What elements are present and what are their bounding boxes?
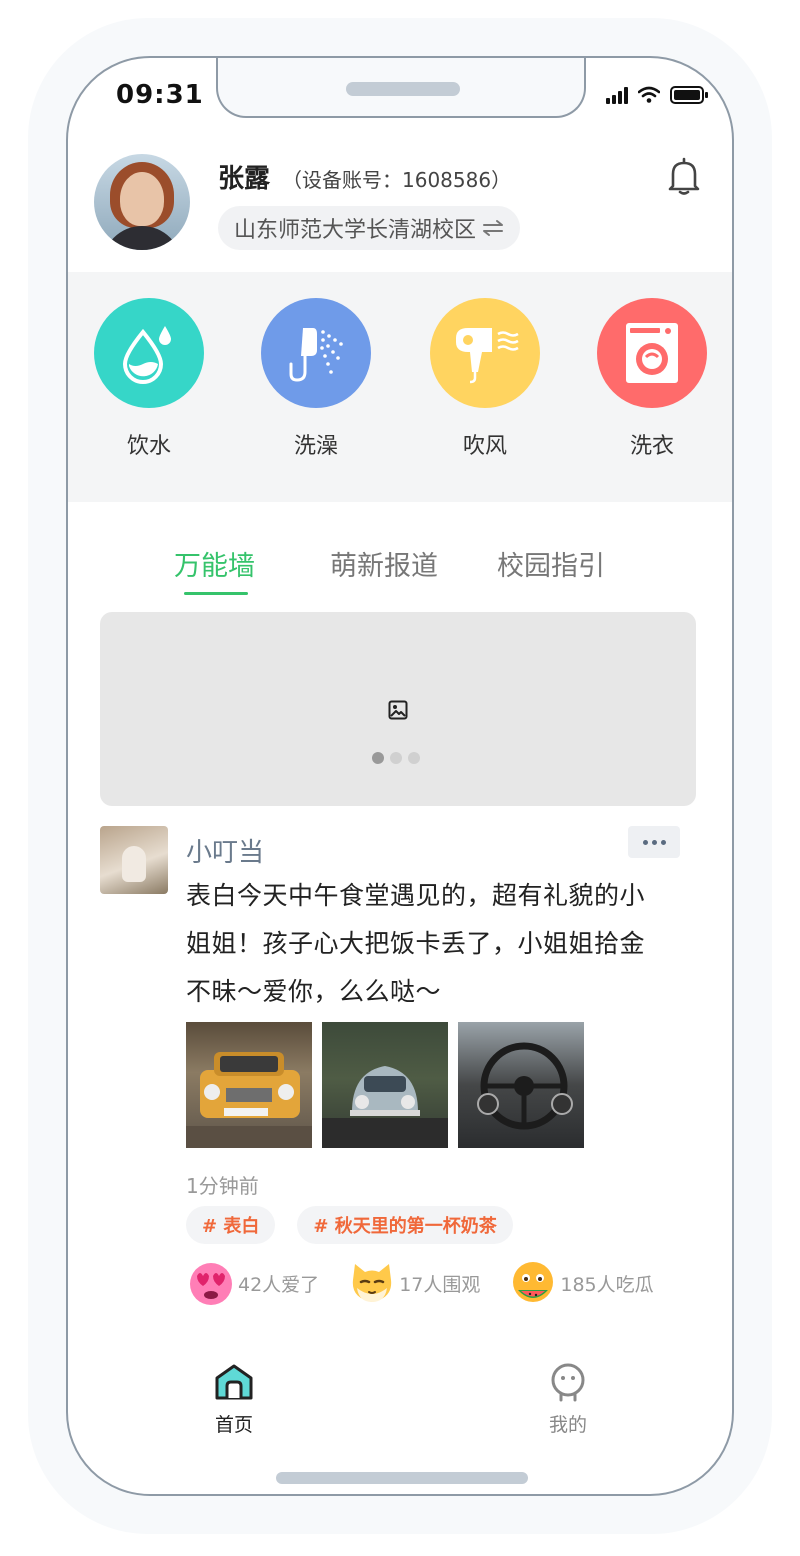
shower-icon xyxy=(261,298,371,408)
speaker xyxy=(346,82,460,96)
status-icons xyxy=(606,86,708,104)
carousel-dots xyxy=(372,752,420,764)
content-tabs: 万能墙 萌新报道 校园指引 xyxy=(68,538,732,598)
banner-carousel[interactable] xyxy=(100,612,696,806)
active-tab-indicator xyxy=(184,592,248,595)
bell-icon[interactable] xyxy=(666,156,702,196)
services-panel: 饮水 洗澡 吹风 洗衣 xyxy=(68,272,732,502)
campus-name: 山东师范大学长清湖校区 xyxy=(234,218,477,243)
nav-home[interactable]: 首页 xyxy=(194,1362,274,1437)
service-label: 洗澡 xyxy=(293,434,338,459)
reaction-label: 17人围观 xyxy=(399,1273,481,1296)
post-reactions: 42人爱了 17人围观 185人吃瓜 xyxy=(186,1258,682,1308)
tab-campus-guide[interactable]: 校园指引 xyxy=(497,544,605,583)
reaction-watch[interactable]: 17人围观 xyxy=(347,1258,480,1308)
user-name: 张露 xyxy=(218,164,271,194)
tab-wall[interactable]: 万能墙 xyxy=(174,544,255,583)
wifi-icon xyxy=(638,86,660,103)
reaction-label: 185人吃瓜 xyxy=(560,1273,654,1296)
service-label: 饮水 xyxy=(126,434,171,459)
tab-freshman[interactable]: 萌新报道 xyxy=(330,544,438,583)
post-author-name[interactable]: 小叮当 xyxy=(186,832,264,869)
tag-chip[interactable]: # 秋天里的第一杯奶茶 xyxy=(297,1206,513,1244)
more-options-button[interactable] xyxy=(628,826,680,858)
service-hair-dryer[interactable]: 吹风 xyxy=(429,298,541,460)
post-photo[interactable] xyxy=(458,1022,584,1148)
heart-eyes-emoji-icon xyxy=(190,1263,232,1305)
post-time: 1分钟前 xyxy=(186,1174,259,1198)
swap-icon xyxy=(483,220,504,236)
campus-switcher[interactable]: 山东师范大学长清湖校区 xyxy=(218,206,521,250)
post-author-avatar[interactable] xyxy=(100,826,168,894)
post-tags: # 表白 # 秋天里的第一杯奶茶 xyxy=(186,1206,513,1244)
service-shower[interactable]: 洗澡 xyxy=(260,298,372,460)
post-photo[interactable] xyxy=(322,1022,448,1148)
washing-machine-icon xyxy=(597,298,707,408)
phone-screen: 09:31 张露 （设备账号：1608586） 山东师范大学长清湖校区 饮水 洗… xyxy=(66,56,734,1496)
device-account: （设备账号：1608586） xyxy=(282,168,512,192)
user-avatar[interactable] xyxy=(94,154,190,250)
carousel-dot[interactable] xyxy=(372,752,384,764)
tag-chip[interactable]: # 表白 xyxy=(186,1206,276,1244)
more-dots-icon xyxy=(642,839,648,845)
battery-icon xyxy=(670,86,708,104)
nav-profile[interactable]: 我的 xyxy=(528,1362,608,1437)
signal-icon xyxy=(606,86,628,104)
notch xyxy=(216,58,586,118)
reaction-label: 42人爱了 xyxy=(238,1273,320,1296)
post-photos xyxy=(186,1022,584,1148)
service-laundry[interactable]: 洗衣 xyxy=(596,298,708,460)
home-icon xyxy=(215,1364,253,1400)
nav-label: 我的 xyxy=(548,1414,587,1436)
carousel-dot[interactable] xyxy=(390,752,402,764)
watermelon-emoji-icon xyxy=(513,1262,554,1302)
reaction-love[interactable]: 42人爱了 xyxy=(186,1258,319,1308)
water-drop-icon xyxy=(94,298,204,408)
hair-dryer-icon xyxy=(430,298,540,408)
cat-face-emoji-icon xyxy=(353,1264,392,1302)
service-label: 洗衣 xyxy=(629,434,674,459)
home-indicator[interactable] xyxy=(276,1472,528,1484)
nav-label: 首页 xyxy=(214,1414,253,1436)
service-drinking-water[interactable]: 饮水 xyxy=(93,298,205,460)
profile-icon xyxy=(551,1363,585,1402)
status-time: 09:31 xyxy=(116,80,204,110)
post-photo[interactable] xyxy=(186,1022,312,1148)
post-text: 表白今天中午食堂遇见的，超有礼貌的小姐姐！孩子心大把饭卡丢了，小姐姐拾金不昧～爱… xyxy=(186,881,646,1006)
carousel-dot[interactable] xyxy=(408,752,420,764)
reaction-melon[interactable]: 185人吃瓜 xyxy=(508,1258,654,1308)
image-placeholder-icon xyxy=(388,700,408,720)
service-label: 吹风 xyxy=(462,434,507,459)
